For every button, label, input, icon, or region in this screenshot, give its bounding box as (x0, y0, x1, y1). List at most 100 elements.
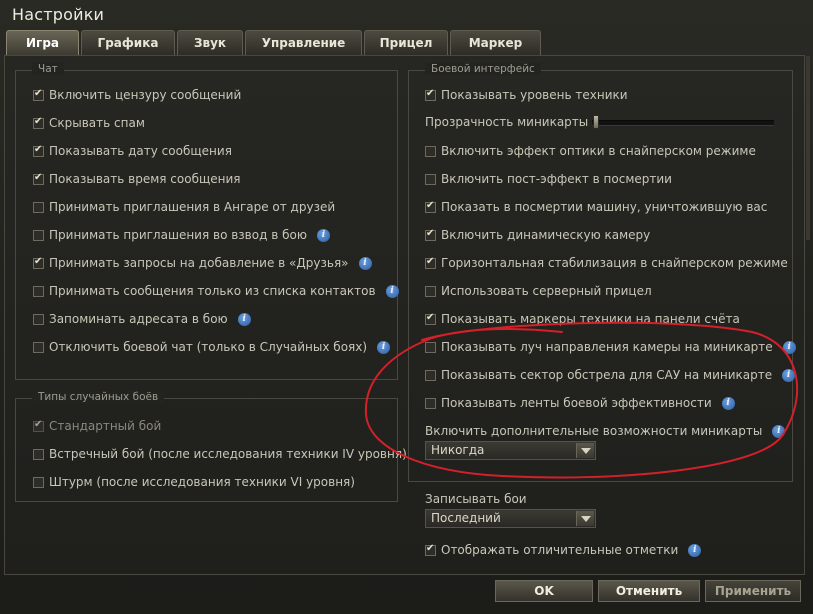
setting-row[interactable]: Показывать уровень техники (425, 85, 628, 105)
checkbox[interactable] (425, 285, 436, 297)
checkbox[interactable] (425, 88, 436, 101)
setting-label: Принимать приглашения в Ангаре от друзей (49, 200, 336, 214)
checkbox[interactable] (425, 397, 436, 409)
setting-label: Принимать приглашения во взвод в бою (49, 228, 307, 242)
info-icon[interactable]: i (377, 340, 391, 354)
battle-types-legend: Типы случайных боёв (32, 391, 165, 403)
setting-row[interactable]: Отключить боевой чат (только в Случайных… (33, 337, 391, 357)
tab-sound[interactable]: Звук (177, 30, 243, 55)
minimap-extra-select[interactable]: Никогда (425, 441, 596, 460)
setting-label: Штурм (после исследования техники VI уро… (49, 475, 355, 489)
scrollbar[interactable] (806, 56, 810, 240)
info-icon[interactable]: i (688, 543, 702, 557)
setting-row[interactable]: Включить динамическую камеру (425, 225, 650, 245)
checkbox[interactable] (425, 369, 436, 381)
setting-label: Принимать сообщения только из списка кон… (49, 284, 376, 298)
setting-row[interactable]: Скрывать спам (33, 113, 145, 133)
replays-row: Записывать бои (425, 489, 527, 509)
setting-label: Запоминать адресата в бою (49, 312, 228, 326)
setting-row[interactable]: Принимать сообщения только из списка кон… (33, 281, 399, 301)
setting-row[interactable]: Показывать луч направления камеры на мин… (425, 337, 796, 357)
minimap-extra-row: Включить дополнительные возможности мини… (425, 421, 786, 441)
info-icon[interactable]: i (385, 284, 399, 298)
setting-label: Показывать луч направления камеры на мин… (441, 340, 773, 354)
ok-button[interactable]: OK (495, 580, 593, 602)
setting-row[interactable]: Запоминать адресата в бою i (33, 309, 251, 329)
setting-label: Показывать дату сообщения (49, 144, 232, 158)
setting-label: Показывать ленты боевой эффективности (441, 396, 712, 410)
window-title: Настройки (12, 5, 105, 24)
info-icon[interactable]: i (772, 424, 786, 438)
checkbox[interactable] (33, 88, 44, 101)
checkbox[interactable] (33, 172, 44, 185)
setting-row[interactable]: Использовать серверный прицел (425, 281, 652, 301)
info-icon[interactable]: i (358, 256, 372, 270)
setting-row[interactable]: Встречный бой (после исследования техник… (33, 444, 407, 464)
checkbox[interactable] (33, 341, 44, 353)
slider-thumb[interactable] (593, 115, 599, 129)
checkbox[interactable] (33, 144, 44, 157)
checkbox[interactable] (33, 256, 44, 269)
setting-label: Включить пост-эффект в посмертии (441, 172, 672, 186)
setting-row[interactable]: Штурм (после исследования техники VI уро… (33, 472, 355, 492)
setting-row[interactable]: Горизонтальная стабилизация в снайперско… (425, 253, 788, 273)
setting-row[interactable]: Показывать ленты боевой эффективности i (425, 393, 735, 413)
tab-marker[interactable]: Маркер (450, 30, 541, 55)
tab-graphics[interactable]: Графика (81, 30, 175, 55)
apply-button[interactable]: Применить (705, 580, 801, 602)
checkbox[interactable] (33, 116, 44, 129)
checkbox[interactable] (425, 173, 436, 185)
setting-row[interactable]: Включить пост-эффект в посмертии (425, 169, 672, 189)
checkbox[interactable] (33, 285, 44, 297)
info-icon[interactable]: i (782, 368, 796, 382)
tab-controls[interactable]: Управление (245, 30, 362, 55)
checkbox[interactable] (425, 200, 436, 213)
setting-row[interactable]: Показать в посмертии машину, уничтожившу… (425, 197, 767, 217)
checkbox[interactable] (33, 448, 44, 460)
info-icon[interactable]: i (237, 312, 251, 326)
checkbox[interactable] (425, 543, 436, 556)
checkbox[interactable] (33, 476, 44, 488)
setting-row[interactable]: Показывать время сообщения (33, 169, 241, 189)
setting-label: Включить цензуру сообщений (49, 88, 242, 102)
setting-row[interactable]: Отображать отличительные отметки i (425, 540, 702, 560)
checkbox[interactable] (33, 229, 44, 241)
cancel-button[interactable]: Отменить (598, 580, 700, 602)
title-bar[interactable]: Настройки (0, 0, 813, 30)
replays-select[interactable]: Последний (425, 509, 596, 528)
minimap-transparency-label: Прозрачность миникарты (425, 115, 589, 129)
info-icon[interactable]: i (721, 396, 735, 410)
checkbox[interactable] (425, 312, 436, 325)
setting-row[interactable]: Показывать дату сообщения (33, 141, 232, 161)
setting-label: Встречный бой (после исследования техник… (49, 447, 407, 461)
checkbox[interactable] (425, 341, 436, 353)
checkbox[interactable] (33, 419, 44, 432)
replays-label: Записывать бои (425, 492, 527, 506)
info-icon[interactable]: i (782, 340, 796, 354)
setting-row[interactable]: Принимать приглашения в Ангаре от друзей (33, 197, 335, 217)
checkbox[interactable] (425, 228, 436, 241)
settings-window: Настройки Игра Графика Звук Управление П… (0, 0, 813, 614)
setting-label: Показать в посмертии машину, уничтожившу… (441, 200, 768, 214)
chevron-down-icon[interactable] (576, 511, 594, 526)
checkbox[interactable] (33, 313, 44, 325)
setting-row[interactable]: Показывать сектор обстрела для САУ на ми… (425, 365, 796, 385)
setting-row[interactable]: Включить эффект оптики в снайперском реж… (425, 141, 756, 161)
checkbox[interactable] (425, 145, 436, 157)
tab-sight[interactable]: Прицел (364, 30, 448, 55)
setting-label: Показывать маркеры техники на панели счё… (441, 312, 740, 326)
setting-row[interactable]: Принимать приглашения во взвод в бою i (33, 225, 330, 245)
setting-row[interactable]: Стандартный бой (33, 416, 161, 436)
chevron-down-icon[interactable] (576, 443, 594, 458)
info-icon[interactable]: i (316, 228, 330, 242)
setting-label: Горизонтальная стабилизация в снайперско… (441, 256, 788, 270)
tab-game[interactable]: Игра (6, 30, 79, 55)
setting-row[interactable]: Показывать маркеры техники на панели счё… (425, 309, 740, 329)
checkbox[interactable] (425, 256, 436, 269)
setting-row[interactable]: Принимать запросы на добавление в «Друзь… (33, 253, 372, 273)
select-value: Никогда (431, 443, 485, 457)
setting-row[interactable]: Включить цензуру сообщений (33, 85, 241, 105)
setting-label: Использовать серверный прицел (441, 284, 652, 298)
minimap-transparency-slider[interactable] (592, 120, 774, 126)
checkbox[interactable] (33, 201, 44, 213)
